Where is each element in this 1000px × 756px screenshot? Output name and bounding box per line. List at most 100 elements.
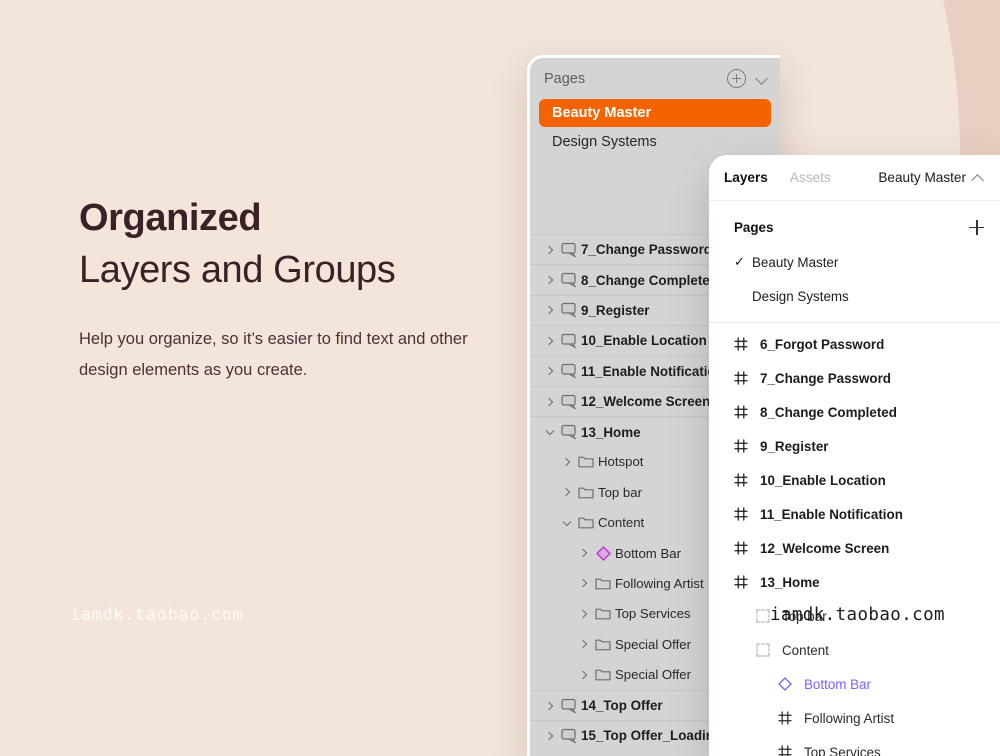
chevron-down-icon[interactable] xyxy=(757,73,768,84)
layer-label: 12_Welcome Screen xyxy=(581,394,711,410)
plus-icon[interactable] xyxy=(969,219,984,235)
artboard-icon xyxy=(557,698,581,714)
chevron-right-icon[interactable] xyxy=(576,548,591,558)
artboard-icon xyxy=(557,728,581,744)
folder-icon xyxy=(574,515,598,530)
right-pages-header: Pages xyxy=(709,209,1000,245)
layer-row[interactable]: 13_Home xyxy=(709,565,1000,599)
right-page-item[interactable]: Design Systems xyxy=(709,279,1000,313)
layer-label: Following Artist xyxy=(804,710,895,726)
page-title: Organized Layers and Groups xyxy=(79,192,499,296)
tab-assets[interactable]: Assets xyxy=(790,170,831,185)
circle-plus-icon[interactable] xyxy=(727,69,746,88)
layer-label: 15_Top Offer_Loading xyxy=(581,728,723,744)
layer-label: 10_Enable Location xyxy=(760,472,886,488)
layer-label: 7_Change Password xyxy=(581,242,712,258)
layer-row[interactable]: Top Services xyxy=(709,735,1000,756)
chevron-right-icon[interactable] xyxy=(542,397,557,406)
right-pages-list: ✓ Beauty Master Design Systems xyxy=(709,245,1000,313)
layer-label: Bottom Bar xyxy=(804,676,871,692)
right-page-item[interactable]: ✓ Beauty Master xyxy=(709,245,1000,279)
chevron-down-icon[interactable] xyxy=(559,517,574,526)
layer-row[interactable]: 11_Enable Notification xyxy=(709,497,1000,531)
chevron-right-icon[interactable] xyxy=(542,306,557,315)
layer-label: Following Artist xyxy=(615,575,704,591)
component-diamond-icon xyxy=(778,677,804,691)
right-panel-divider xyxy=(709,322,1000,323)
frame-icon xyxy=(778,711,804,725)
layer-row[interactable]: 6_Forgot Password xyxy=(709,327,1000,361)
chevron-right-icon[interactable] xyxy=(559,457,574,467)
layer-row[interactable]: Following Artist xyxy=(709,701,1000,735)
layer-row[interactable]: 8_Change Completed xyxy=(709,395,1000,429)
chevron-right-icon[interactable] xyxy=(576,640,591,649)
page-title-line2: Layers and Groups xyxy=(79,249,396,291)
frame-icon xyxy=(734,337,760,351)
layer-label: 11_Enable Notification xyxy=(760,506,903,522)
artboard-icon xyxy=(557,242,581,258)
folder-icon xyxy=(574,454,598,469)
left-page-item-selected[interactable]: Beauty Master xyxy=(539,99,771,127)
layer-label: Special Offer xyxy=(615,667,691,683)
layer-label: 7_Change Password xyxy=(760,370,891,386)
layer-label: Hotspot xyxy=(598,454,644,470)
layer-row[interactable]: 9_Register xyxy=(709,429,1000,463)
layer-label: 6_Forgot Password xyxy=(760,336,885,352)
left-page-label: Design Systems xyxy=(552,134,657,150)
chevron-right-icon[interactable] xyxy=(559,488,574,497)
artboard-icon xyxy=(557,424,581,440)
artboard-icon xyxy=(557,272,581,288)
chevron-right-icon[interactable] xyxy=(576,670,591,679)
layer-row[interactable]: Bottom Bar xyxy=(709,667,1000,701)
artboard-icon xyxy=(557,333,581,349)
frame-icon xyxy=(734,405,760,419)
chevron-up-icon[interactable] xyxy=(973,172,984,183)
chevron-right-icon[interactable] xyxy=(542,275,557,285)
layer-label: 14_Top Offer xyxy=(581,698,663,714)
right-page-label: Beauty Master xyxy=(752,254,839,270)
frame-icon xyxy=(734,371,760,385)
layer-label: Content xyxy=(782,642,829,658)
layer-label: 9_Register xyxy=(581,302,650,318)
frame-icon xyxy=(734,507,760,521)
chevron-right-icon[interactable] xyxy=(576,609,591,619)
watermark-left: iamdk.taobao.com xyxy=(70,605,244,625)
group-dotted-icon xyxy=(756,609,782,623)
chevron-right-icon[interactable] xyxy=(576,579,591,588)
right-layers-list: 6_Forgot Password 7_Change Password 8_Chan… xyxy=(709,327,1000,756)
layer-label: 9_Register xyxy=(760,438,829,454)
layer-label: 13_Home xyxy=(581,424,641,440)
chevron-right-icon[interactable] xyxy=(542,731,557,741)
layer-label: Content xyxy=(598,515,645,531)
frame-icon xyxy=(734,473,760,487)
layer-label: Top Services xyxy=(615,606,691,622)
layer-row[interactable]: 7_Change Password xyxy=(709,361,1000,395)
symbol-diamond-icon xyxy=(591,545,615,561)
layer-row[interactable]: Content xyxy=(709,633,1000,667)
chevron-right-icon[interactable] xyxy=(542,245,557,254)
page-selector-label[interactable]: Beauty Master xyxy=(878,170,966,185)
layer-row[interactable]: 10_Enable Location xyxy=(709,463,1000,497)
layer-label: Bottom Bar xyxy=(615,545,681,561)
left-page-item[interactable]: Design Systems xyxy=(530,127,780,157)
check-icon: ✓ xyxy=(734,254,745,269)
page-title-line1: Organized xyxy=(79,197,262,239)
left-panel-header: Pages xyxy=(530,58,780,99)
layer-label: Top bar xyxy=(782,608,827,624)
layer-label: 12_Welcome Screen xyxy=(760,540,890,556)
folder-icon xyxy=(591,637,615,652)
left-page-label: Beauty Master xyxy=(552,105,652,121)
layer-row[interactable]: Top bar xyxy=(709,599,1000,633)
chevron-right-icon[interactable] xyxy=(542,336,557,346)
folder-icon xyxy=(591,667,615,682)
chevron-right-icon[interactable] xyxy=(542,367,557,376)
artboard-icon xyxy=(557,302,581,318)
folder-icon xyxy=(574,485,598,500)
layer-label: 11_Enable Notification xyxy=(581,363,724,379)
chevron-right-icon[interactable] xyxy=(542,701,557,710)
folder-icon xyxy=(591,576,615,591)
layer-row[interactable]: 12_Welcome Screen xyxy=(709,531,1000,565)
chevron-down-icon[interactable] xyxy=(542,426,557,436)
layer-label: Special Offer xyxy=(615,636,691,652)
tab-layers[interactable]: Layers xyxy=(724,170,768,185)
